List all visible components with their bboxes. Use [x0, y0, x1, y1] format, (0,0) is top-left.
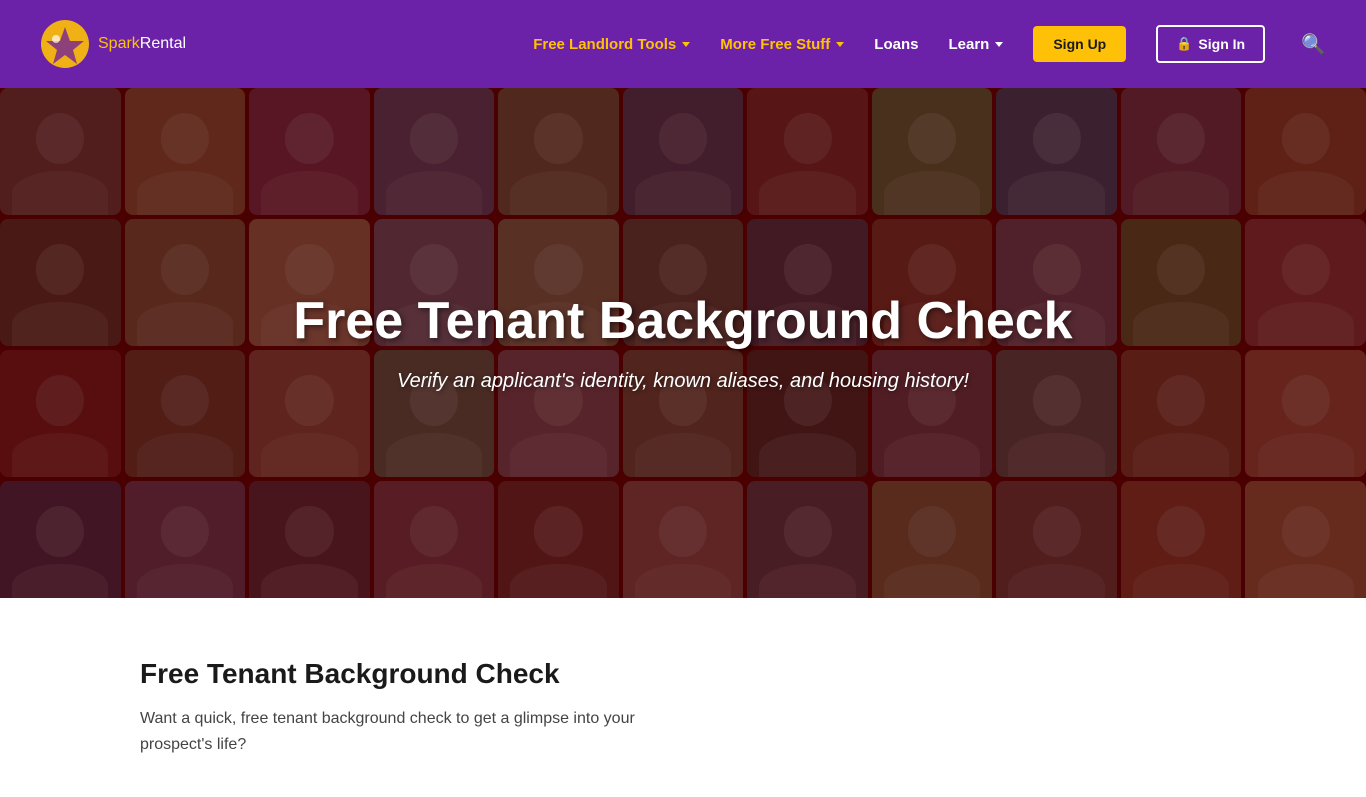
sign-up-button[interactable]: Sign Up	[1033, 26, 1126, 62]
search-button[interactable]: 🔍	[1301, 32, 1326, 57]
hero-content: Free Tenant Background Check Verify an a…	[137, 293, 1230, 393]
nav-more-free-stuff[interactable]: More Free Stuff	[720, 36, 844, 53]
content-title: Free Tenant Background Check	[140, 658, 1226, 690]
logo-text: SparkRental	[98, 35, 186, 53]
logo-rental: Rental	[140, 35, 186, 52]
chevron-down-icon	[836, 42, 844, 47]
hero-section: Free Tenant Background Check Verify an a…	[0, 88, 1366, 598]
sign-in-button[interactable]: 🔒 Sign In	[1156, 25, 1265, 63]
hero-title: Free Tenant Background Check	[137, 293, 1230, 350]
nav-free-landlord-tools[interactable]: Free Landlord Tools	[533, 36, 690, 53]
content-text: Want a quick, free tenant background che…	[140, 706, 640, 757]
logo-link[interactable]: SparkRental	[40, 19, 186, 69]
nav-loans[interactable]: Loans	[874, 36, 918, 53]
hero-subtitle: Verify an applicant's identity, known al…	[137, 370, 1230, 393]
lock-icon: 🔒	[1176, 36, 1192, 52]
main-nav: Free Landlord Tools More Free Stuff Loan…	[533, 25, 1326, 63]
search-icon: 🔍	[1301, 34, 1326, 56]
nav-learn[interactable]: Learn	[948, 36, 1003, 53]
content-section: Free Tenant Background Check Want a quic…	[0, 598, 1366, 797]
site-header: SparkRental Free Landlord Tools More Fre…	[0, 0, 1366, 88]
logo-spark: Spark	[98, 35, 140, 52]
chevron-down-icon	[995, 42, 1003, 47]
logo-icon	[40, 19, 90, 69]
chevron-down-icon	[682, 42, 690, 47]
